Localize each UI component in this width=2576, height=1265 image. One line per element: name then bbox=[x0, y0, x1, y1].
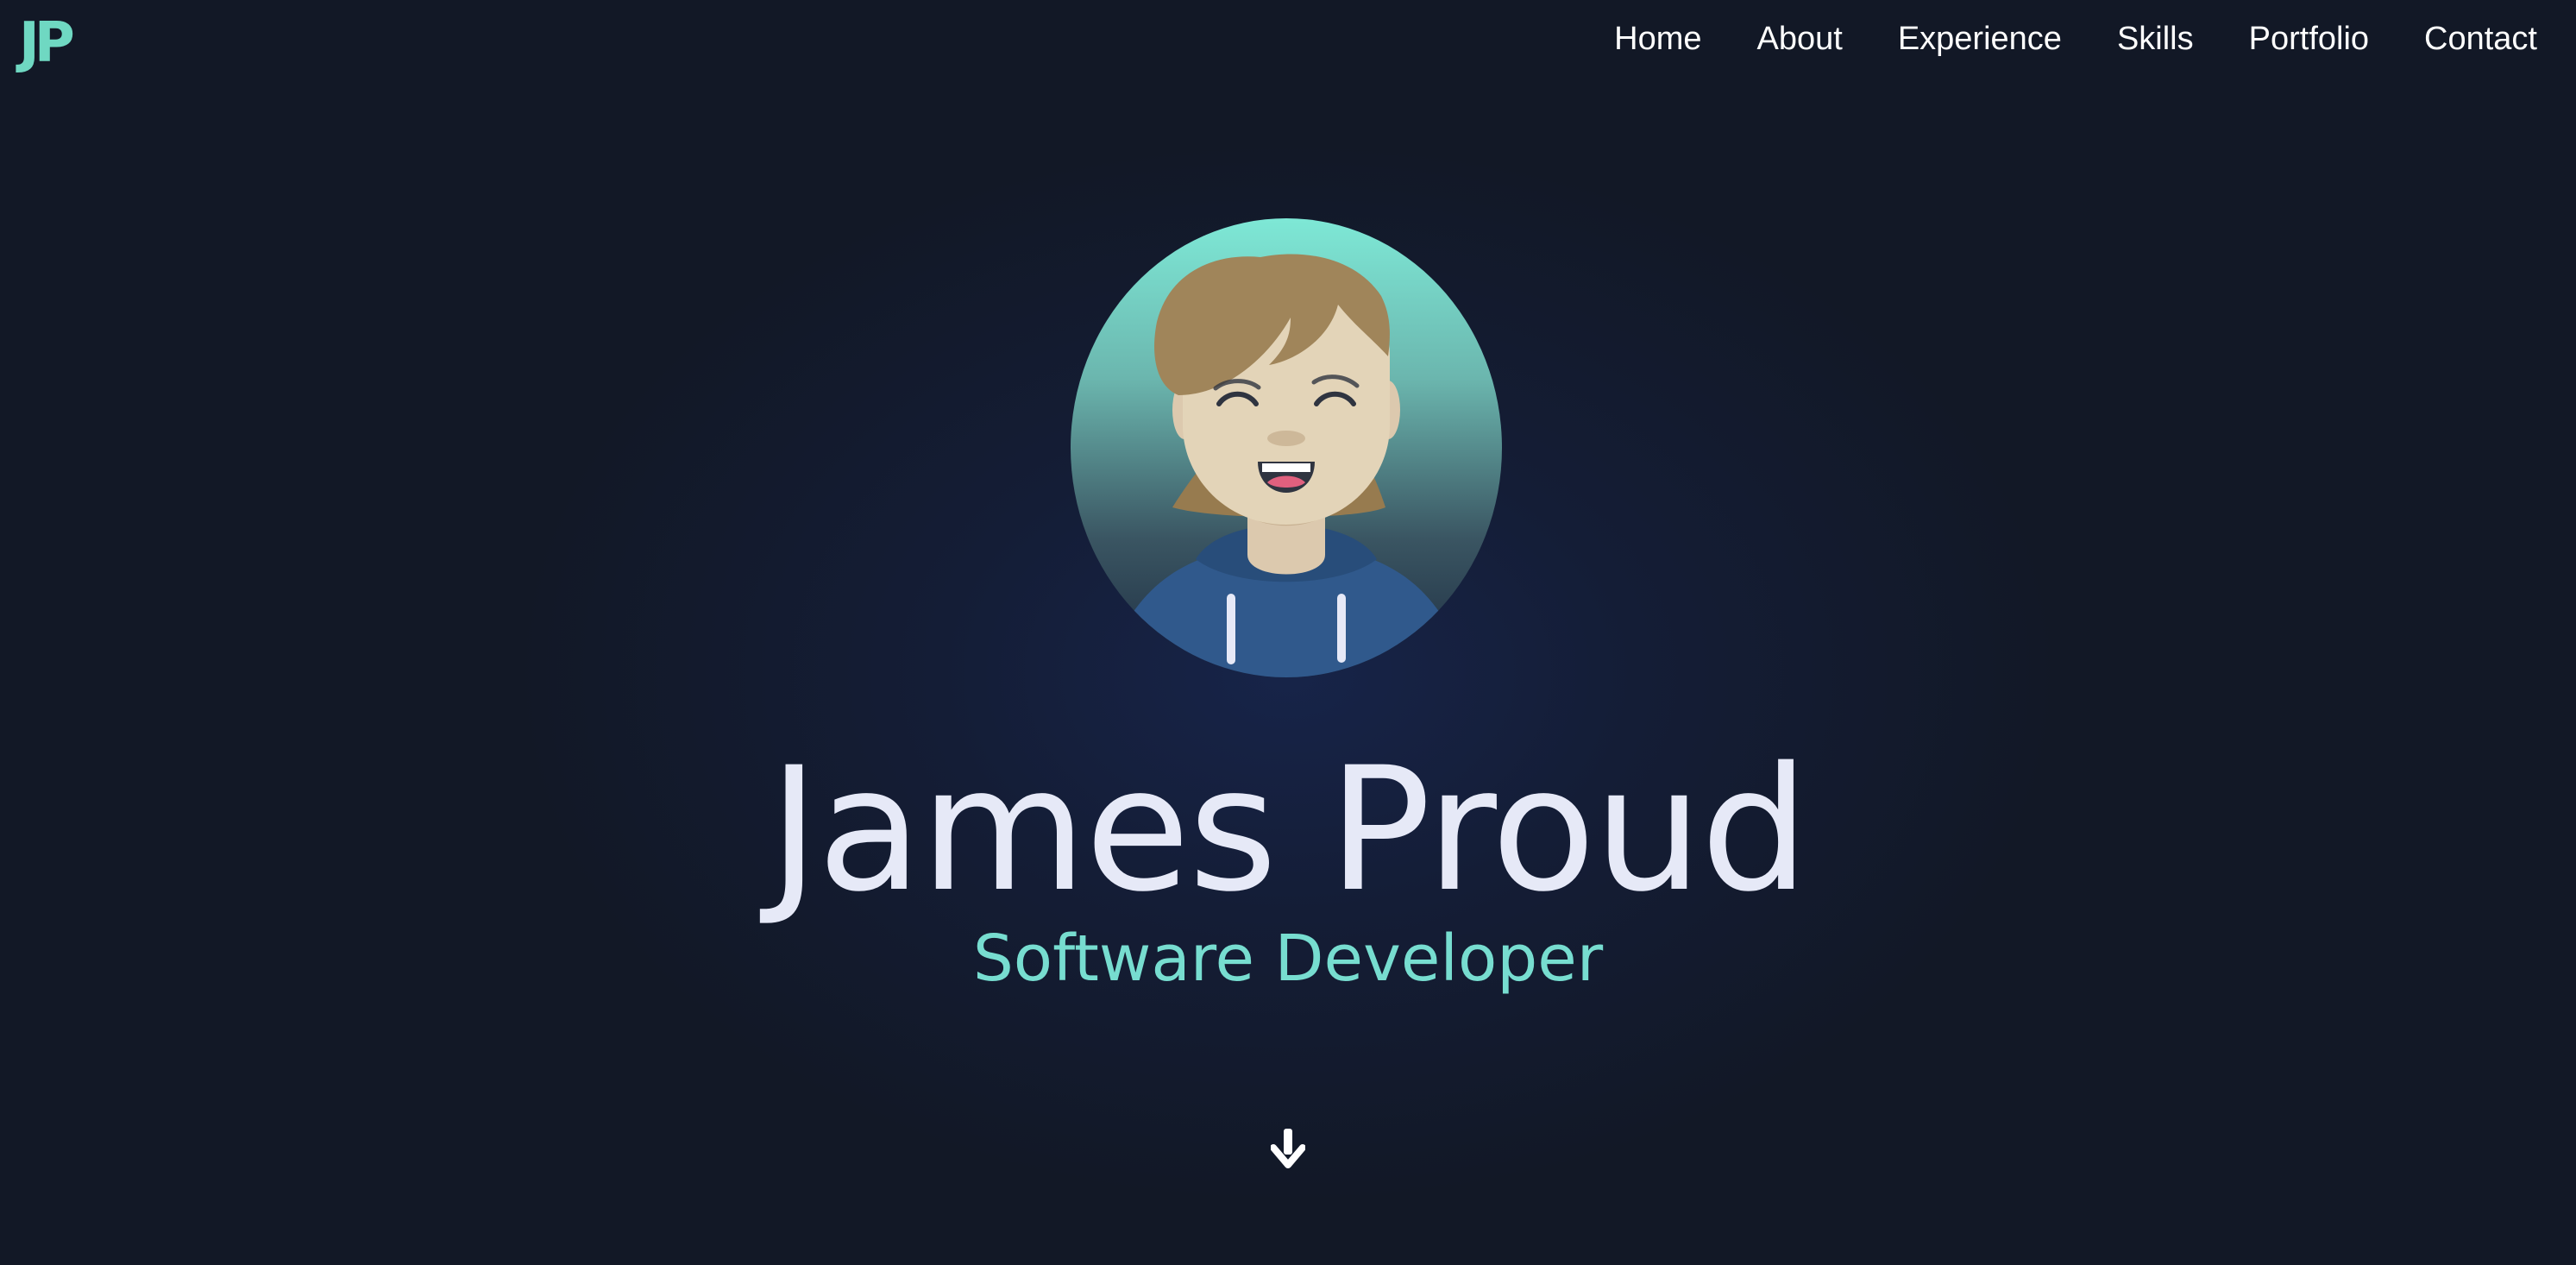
avatar-illustration bbox=[1071, 218, 1502, 677]
avatar bbox=[1071, 218, 1502, 677]
hero-role: Software Developer bbox=[972, 922, 1604, 996]
nav-skills[interactable]: Skills bbox=[2117, 17, 2194, 60]
nav-contact[interactable]: Contact bbox=[2424, 17, 2537, 60]
main-nav: Home About Experience Skills Portfolio C… bbox=[1614, 17, 2537, 60]
nav-experience[interactable]: Experience bbox=[1898, 17, 2062, 60]
nav-home[interactable]: Home bbox=[1614, 17, 1701, 60]
nav-portfolio[interactable]: Portfolio bbox=[2249, 17, 2369, 60]
logo[interactable]: JP bbox=[19, 12, 75, 74]
nav-about[interactable]: About bbox=[1757, 17, 1843, 60]
arrow-down-icon[interactable] bbox=[1270, 1127, 1306, 1168]
hero-name: James Proud bbox=[769, 730, 1809, 929]
